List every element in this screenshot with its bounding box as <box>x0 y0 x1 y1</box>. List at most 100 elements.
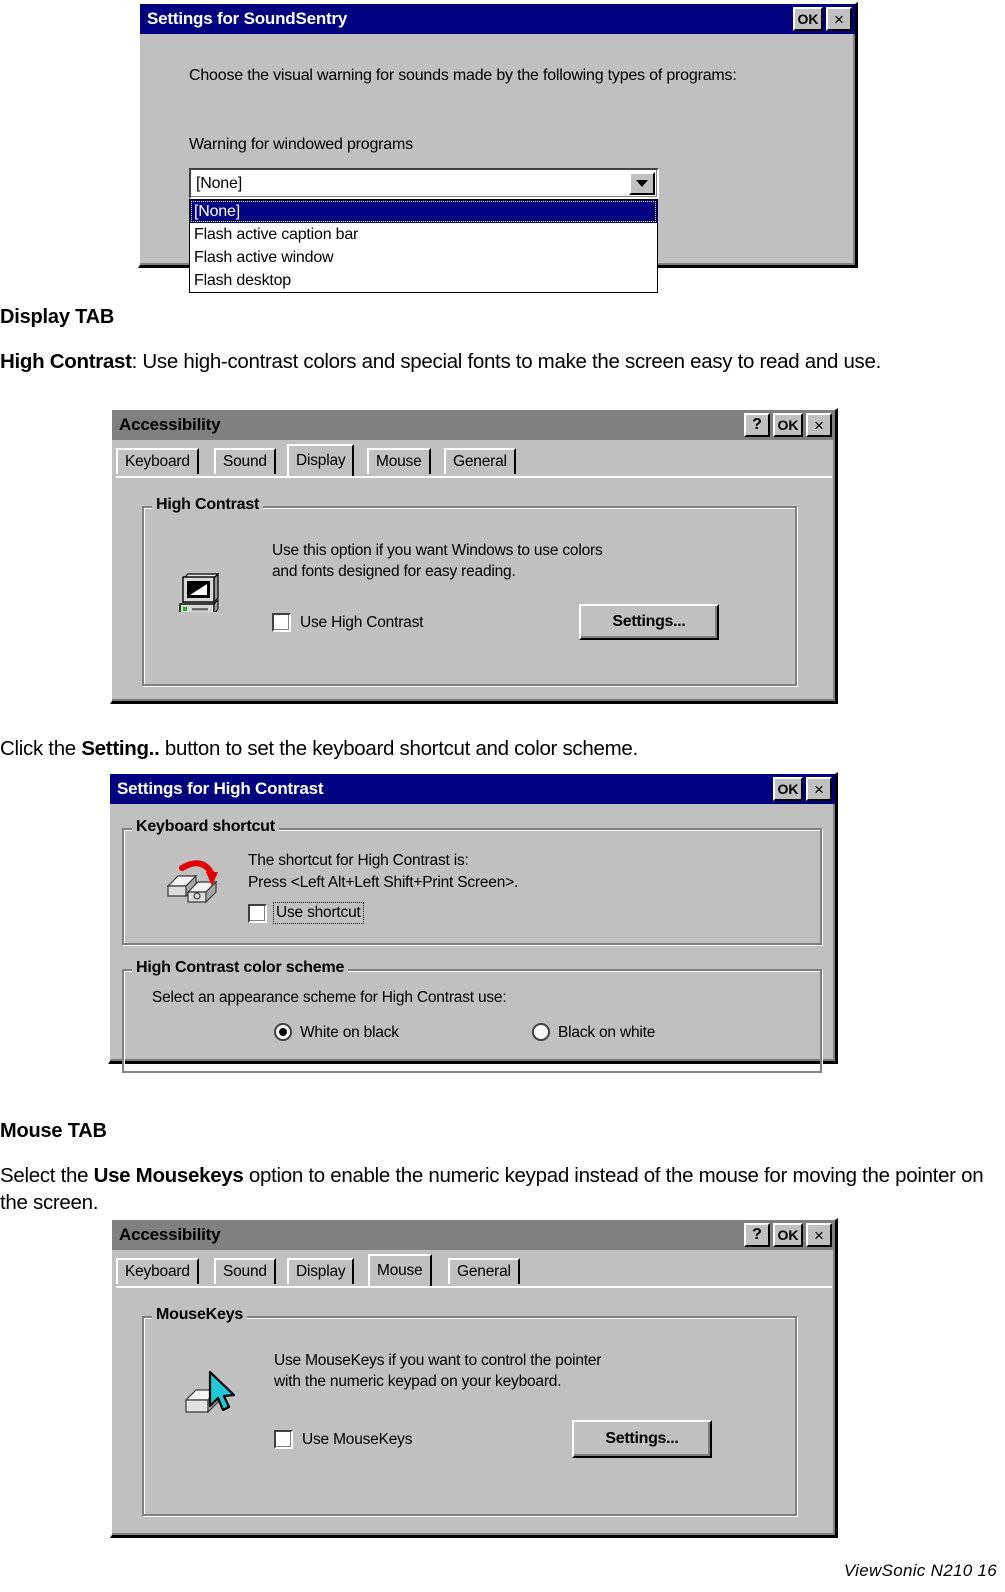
paragraph-click-setting: Click the Setting.. button to set the ke… <box>0 735 1005 762</box>
accessibility-mouse-title: Accessibility <box>119 1225 221 1244</box>
mousekeys-description: Use MouseKeys if you want to control the… <box>274 1352 602 1390</box>
high-contrast-description: Use this option if you want Windows to u… <box>272 542 603 580</box>
tab-keyboard[interactable]: Keyboard <box>116 448 199 474</box>
tab-general[interactable]: General <box>448 1258 520 1284</box>
accessibility-display-title: Accessibility <box>119 415 221 434</box>
warning-combo-value: [None] <box>196 174 242 192</box>
close-icon[interactable]: × <box>806 1223 832 1247</box>
tab-keyboard[interactable]: Keyboard <box>116 1258 199 1284</box>
tab-keyboard-label: Keyboard <box>125 1263 190 1280</box>
ok-button[interactable]: OK <box>793 7 823 31</box>
settings-button[interactable]: Settings... <box>572 1420 712 1458</box>
accessibility-display-body: Keyboard Sound Display Mouse General Hig… <box>112 444 835 686</box>
use-shortcut-label: Use shortcut <box>273 902 364 924</box>
settings-button-label: Settings... <box>612 613 686 630</box>
high-contrast-group: High Contrast Use this option if you wan… <box>142 496 797 686</box>
ok-button[interactable]: OK <box>773 1223 803 1247</box>
accessibility-display-dialog: Accessibility ? OK × Keyboard Sound Disp… <box>110 408 838 704</box>
color-scheme-group: High Contrast color scheme Select an app… <box>122 959 822 1073</box>
paragraph-click-setting-pre: Click the <box>0 737 82 760</box>
warning-combo-droplist[interactable]: [None] Flash active caption bar Flash ac… <box>189 199 658 293</box>
page-footer: ViewSonic N210 16 <box>843 1561 997 1580</box>
tab-mouse[interactable]: Mouse <box>367 448 431 474</box>
radio-white-on-black-label: White on black <box>300 1024 399 1041</box>
soundsentry-field-label: Warning for windowed programs <box>189 136 413 153</box>
use-high-contrast-checkbox[interactable] <box>272 613 291 632</box>
tab-sound[interactable]: Sound <box>214 448 276 474</box>
tab-sound-label: Sound <box>223 1263 267 1280</box>
soundsentry-instruction: Choose the visual warning for sounds mad… <box>189 67 737 84</box>
use-shortcut-checkbox[interactable] <box>248 904 267 923</box>
close-icon[interactable]: × <box>806 413 832 437</box>
tab-display-label: Display <box>296 452 346 469</box>
keyboard-shortcut-icon <box>162 852 220 912</box>
close-icon[interactable]: × <box>806 777 832 801</box>
high-contrast-settings-title: Settings for High Contrast <box>117 779 324 798</box>
color-scheme-description: Select an appearance scheme for High Con… <box>152 989 507 1006</box>
use-mousekeys-label: Use MouseKeys <box>302 1431 413 1448</box>
use-high-contrast-label: Use High Contrast <box>300 614 424 631</box>
tab-sound[interactable]: Sound <box>214 1258 276 1284</box>
soundsentry-titlebar[interactable]: Settings for SoundSentry OK × <box>140 4 855 34</box>
heading-display-tab: Display TAB <box>0 306 115 328</box>
warning-combo[interactable]: [None] <box>189 168 659 199</box>
keyboard-shortcut-group: Keyboard shortcut The shortcut for High … <box>122 818 822 945</box>
accessibility-mouse-dialog: Accessibility ? OK × Keyboard Sound Disp… <box>110 1218 838 1538</box>
radio-white-on-black-dot <box>279 1028 287 1036</box>
ok-button[interactable]: OK <box>773 777 803 801</box>
paragraph-mousekeys-pre: Select the <box>0 1164 94 1187</box>
accessibility-mouse-tabstrip: Keyboard Sound Display Mouse General <box>116 1254 835 1288</box>
tab-general-label: General <box>457 1263 511 1280</box>
radio-white-on-black[interactable] <box>274 1023 292 1041</box>
help-icon[interactable]: ? <box>744 1223 770 1247</box>
tab-general[interactable]: General <box>444 448 516 474</box>
mousekeys-group-label: MouseKeys <box>152 1306 248 1324</box>
tab-keyboard-label: Keyboard <box>125 453 190 470</box>
radio-black-on-white[interactable] <box>532 1023 550 1041</box>
use-mousekeys-checkbox[interactable] <box>274 1430 293 1449</box>
keyboard-shortcut-text-line1: The shortcut for High Contrast is: <box>248 852 469 869</box>
accessibility-mouse-titlebar[interactable]: Accessibility ? OK × <box>112 1220 835 1250</box>
soundsentry-title: Settings for SoundSentry <box>147 9 348 28</box>
help-icon[interactable]: ? <box>744 413 770 437</box>
radio-black-on-white-label: Black on white <box>558 1024 656 1041</box>
paragraph-mousekeys-term: Use Mousekeys <box>93 1164 244 1187</box>
droplist-item-2[interactable]: Flash active window <box>190 246 657 269</box>
paragraph-click-setting-term: Setting.. <box>81 737 160 760</box>
accessibility-display-titlebar[interactable]: Accessibility ? OK × <box>112 410 835 440</box>
tab-mouse[interactable]: Mouse <box>368 1254 432 1286</box>
color-scheme-group-label: High Contrast color scheme <box>132 959 349 977</box>
tab-sound-label: Sound <box>223 453 267 470</box>
high-contrast-group-label: High Contrast <box>152 496 264 514</box>
high-contrast-settings-dialog: Settings for High Contrast OK × Keyboard… <box>108 772 838 1073</box>
settings-button[interactable]: Settings... <box>579 604 719 640</box>
keyboard-shortcut-text-line2: Press <Left Alt+Left Shift+Print Screen>… <box>248 874 519 891</box>
ok-button[interactable]: OK <box>773 413 803 437</box>
keyboard-shortcut-group-label: Keyboard shortcut <box>132 818 279 836</box>
tab-display[interactable]: Display <box>287 1258 355 1284</box>
droplist-item-1[interactable]: Flash active caption bar <box>190 223 657 246</box>
tab-mouse-label: Mouse <box>377 1262 423 1279</box>
mousekeys-icon <box>180 1366 236 1426</box>
accessibility-mouse-body: Keyboard Sound Display Mouse General Mou… <box>112 1254 835 1516</box>
settings-button-label: Settings... <box>605 1430 679 1447</box>
tab-display[interactable]: Display <box>287 444 355 476</box>
monitor-icon <box>174 564 222 616</box>
droplist-item-0[interactable]: [None] <box>190 200 657 223</box>
paragraph-click-setting-post: button to set the keyboard shortcut and … <box>159 737 638 760</box>
mousekeys-group: MouseKeys Use MouseKeys if you want to c… <box>142 1306 797 1516</box>
heading-mouse-tab: Mouse TAB <box>0 1120 107 1142</box>
accessibility-display-tabstrip: Keyboard Sound Display Mouse General <box>116 444 835 478</box>
paragraph-high-contrast-term: High Contrast <box>0 350 132 373</box>
paragraph-high-contrast: High Contrast: Use high-contrast colors … <box>0 348 1005 375</box>
tab-display-label: Display <box>296 1263 346 1280</box>
tab-mouse-label: Mouse <box>376 453 422 470</box>
paragraph-high-contrast-body: : Use high-contrast colors and special f… <box>131 350 882 373</box>
close-icon[interactable]: × <box>826 7 852 31</box>
tab-general-label: General <box>453 453 507 470</box>
chevron-down-icon[interactable] <box>629 172 655 195</box>
paragraph-mousekeys: Select the Use Mousekeys option to enabl… <box>0 1162 1005 1216</box>
high-contrast-settings-titlebar[interactable]: Settings for High Contrast OK × <box>110 774 835 804</box>
soundsentry-dialog: Settings for SoundSentry OK × Choose the… <box>138 2 858 293</box>
droplist-item-3[interactable]: Flash desktop <box>190 269 657 292</box>
